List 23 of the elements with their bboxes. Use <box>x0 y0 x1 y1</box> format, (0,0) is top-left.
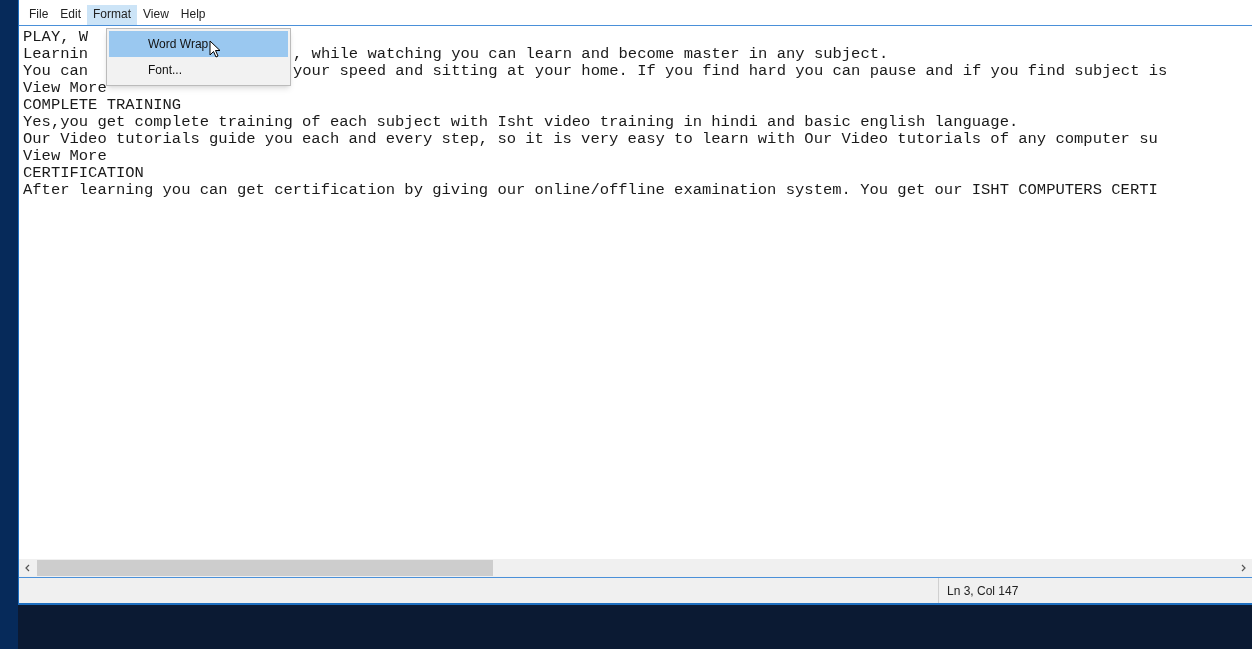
menu-option[interactable]: Font... <box>109 57 288 83</box>
text-line: PLAY, W <box>23 29 89 46</box>
text-line: CERTIFICATION <box>23 165 144 182</box>
menu-item[interactable]: File <box>23 5 55 25</box>
menu-option[interactable]: Word Wrap <box>109 31 288 57</box>
menu-item[interactable]: Help <box>174 5 212 25</box>
text-line: Learnin <box>23 45 89 63</box>
text-line: View More <box>23 148 107 165</box>
text-line: You can <box>23 62 89 80</box>
text-line: View More <box>23 80 107 97</box>
text-line: , while watching you can learn and become master in any subject. <box>293 46 889 63</box>
text-line: After learning you can get certification by giving our online/offline examination system. You get our ISHT COMPUTERS CERTI <box>23 182 1158 199</box>
scrollbar-thumb[interactable] <box>37 560 493 576</box>
horizontal-scrollbar[interactable] <box>19 559 1252 577</box>
text-line: Yes,you get complete training of each subject with Isht video training in hindi and basic english language. <box>23 114 1019 131</box>
text-line: COMPLETE TRAINING <box>23 97 182 114</box>
menu-item[interactable]: View <box>137 5 175 25</box>
menu-item[interactable]: Edit <box>54 5 88 25</box>
text-line: Our Video tutorials guide you each and every step, so it is very easy to learn with Our Video tutorials of any computer su <box>23 131 1158 148</box>
cursor-position: Ln 3, Col 147 <box>947 582 1019 600</box>
text-line: your speed and sitting at your home. If you find hard you can pause and if you find subject is <box>293 63 1168 80</box>
cursor-icon <box>209 40 221 58</box>
menu-item[interactable]: Format <box>87 5 138 25</box>
